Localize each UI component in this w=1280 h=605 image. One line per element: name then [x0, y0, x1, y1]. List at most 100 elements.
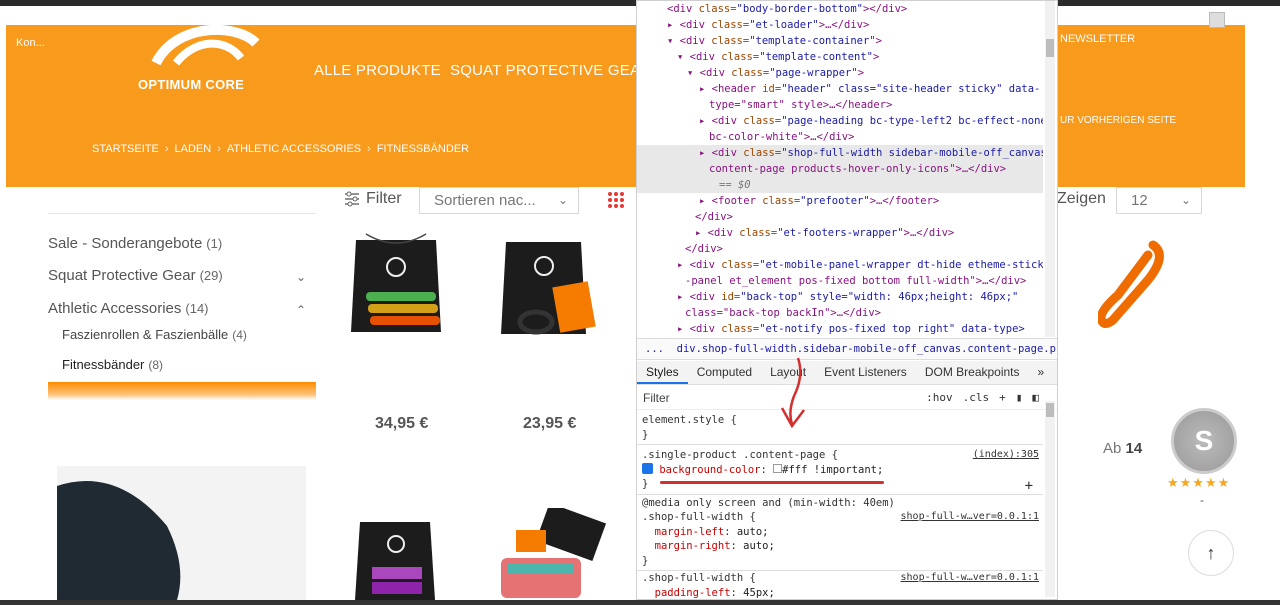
category-count: (29): [199, 268, 223, 283]
prop-value[interactable]: 45px;: [743, 587, 775, 599]
tree-node-line[interactable]: ▸ <div class="shop-full-width sidebar-mo…: [637, 145, 1043, 161]
sidebar-toggle-icon[interactable]: ◧: [1032, 391, 1039, 404]
rule-close: }: [642, 428, 649, 441]
rule-element-style[interactable]: element.style { }: [637, 411, 1043, 445]
back-to-top-button[interactable]: ↑: [1188, 530, 1234, 576]
annotation-underline: [660, 481, 884, 484]
tree-node-line[interactable]: </div>: [685, 241, 723, 257]
sidebar-accent-bar: [48, 382, 316, 400]
tab-styles[interactable]: Styles: [637, 361, 688, 384]
styles-scrollbar[interactable]: [1045, 401, 1055, 597]
product-image-bag-band[interactable]: [496, 234, 596, 342]
product-image-bag-2[interactable]: [350, 512, 440, 600]
tree-node-line[interactable]: class="back-top backIn">…</div>: [685, 305, 881, 321]
subcategory-faszien[interactable]: Faszienrollen & Faszienbälle (4): [62, 327, 247, 342]
prop-name[interactable]: background-color: [659, 464, 760, 476]
rule-single-product[interactable]: (index):305 .single-product .content-pag…: [637, 446, 1043, 495]
user-avatar-icon[interactable]: [1209, 12, 1225, 28]
styles-filter-input[interactable]: Filter: [643, 391, 670, 405]
breadcrumb-current: FITNESSBÄNDER: [376, 143, 470, 155]
page-header: Kon... OPTIMUM CORE ALLE PRODUKTE SQUAT …: [6, 23, 1245, 187]
styles-scroll-thumb[interactable]: [1046, 403, 1054, 417]
add-property-icon[interactable]: +: [1025, 479, 1033, 494]
tree-node-line[interactable]: </div>: [695, 209, 733, 225]
tree-node-line[interactable]: ▾ <div class="template-container">: [667, 33, 882, 49]
prop-name[interactable]: margin-left: [655, 526, 725, 538]
color-swatch-icon[interactable]: [773, 463, 783, 473]
tree-scrollbar[interactable]: [1045, 1, 1055, 337]
nav-all-products[interactable]: ALLE PRODUKTE: [314, 62, 441, 79]
prop-name[interactable]: margin-right: [655, 540, 731, 552]
nav-squat-protective-gear[interactable]: SQUAT PROTECTIVE GEAR: [450, 62, 651, 79]
chevron-down-icon: ⌄: [557, 193, 568, 207]
tree-node-line[interactable]: <div class="body-border-bottom"></div>: [667, 1, 907, 17]
breadcrumb: STARTSEITE › LADEN › ATHLETIC ACCESSORIE…: [92, 143, 469, 155]
tree-node-line[interactable]: ▸ <div class="et-notify pos-fixed top ri…: [677, 321, 1025, 337]
rule-shop-full-width-padding[interactable]: shop-full-w…ver=0.0.1:1 .shop-full-width…: [637, 569, 1043, 602]
prop-value[interactable]: auto;: [743, 540, 775, 552]
rule-shop-full-width-margins[interactable]: shop-full-w…ver=0.0.1:1 .shop-full-width…: [637, 508, 1043, 571]
new-rule-button[interactable]: +: [999, 391, 1006, 404]
sort-select[interactable]: Sortieren nac... ⌄: [419, 187, 579, 214]
tree-node-line[interactable]: ▸ <header id="header" class="site-header…: [699, 81, 1040, 97]
tree-node-line[interactable]: ▾ <div class="page-wrapper">: [687, 65, 864, 81]
rule-source-link[interactable]: shop-full-w…ver=0.0.1:1: [901, 571, 1039, 586]
product-image-lifestyle[interactable]: [57, 466, 306, 600]
tree-node-line[interactable]: ▸ <div id="back-top" style="width: 46px;…: [677, 289, 1018, 305]
tree-node-line[interactable]: bc-color-white">…</div>: [709, 129, 854, 145]
product-image-power-band[interactable]: [1098, 240, 1168, 330]
logo-icon[interactable]: [146, 23, 266, 69]
class-toggle[interactable]: .cls: [963, 391, 990, 404]
tree-node-line[interactable]: == $0: [637, 177, 1043, 193]
elements-tree[interactable]: <div class="body-border-bottom"></div> ▸ …: [637, 1, 1043, 337]
subcategory-fitnessbaender[interactable]: Fitnessbänder (8): [62, 357, 163, 372]
styles-filter[interactable]: Filter :hov .cls + ▮ ◧: [637, 386, 1057, 410]
tree-node-line[interactable]: ▸ <div class="et-footers-wrapper">…</div…: [695, 225, 954, 241]
category-athletic[interactable]: Athletic Accessories (14): [48, 300, 209, 317]
category-sale[interactable]: Sale - Sonderangebote (1): [48, 235, 222, 252]
tree-node-line[interactable]: -panel et_element pos-fixed bottom full-…: [685, 273, 1026, 289]
tab-dom-breakpoints[interactable]: DOM Breakpoints: [916, 361, 1029, 384]
prop-value[interactable]: auto;: [737, 526, 769, 538]
per-page-select[interactable]: 12 ⌄: [1116, 187, 1202, 214]
tree-node-line[interactable]: ▾ <div class="template-content">: [677, 49, 879, 65]
breadcrumb-separator: ›: [217, 143, 221, 155]
devtools-tabs: Styles Computed Layout Event Listeners D…: [637, 361, 1057, 385]
prop-value[interactable]: #fff !important;: [782, 464, 883, 476]
chevron-up-icon[interactable]: ⌃: [296, 303, 306, 317]
selected-path-text: div.shop-full-width.sidebar-mobile-off_c…: [676, 343, 1057, 355]
rule-source-link[interactable]: shop-full-w…ver=0.0.1:1: [901, 510, 1039, 525]
filter-button[interactable]: Filter: [344, 190, 402, 208]
tab-event-listeners[interactable]: Event Listeners: [815, 361, 916, 384]
prop-name[interactable]: padding-left: [655, 587, 731, 599]
tree-node-line[interactable]: ▸ <div class="et-mobile-panel-wrapper dt…: [677, 257, 1043, 273]
top-contact-link[interactable]: Kon...: [16, 37, 45, 49]
shopvote-badge-icon[interactable]: S: [1171, 408, 1237, 474]
chevron-down-icon[interactable]: ⌄: [296, 270, 306, 284]
tab-computed[interactable]: Computed: [688, 361, 761, 384]
rule-source-link[interactable]: (index):305: [973, 448, 1039, 463]
category-count: (1): [206, 236, 223, 251]
tab-more[interactable]: »: [1029, 361, 1054, 384]
product-image-hip-bands[interactable]: [496, 508, 608, 600]
newsletter-link[interactable]: NEWSLETTER: [1060, 33, 1135, 45]
tree-node-line[interactable]: ▸ <div class="page-heading bc-type-left2…: [699, 113, 1043, 129]
tree-node-line[interactable]: content-page products-hover-only-icons">…: [637, 161, 1043, 177]
back-link[interactable]: UR VORHERIGEN SEITE: [1060, 115, 1176, 126]
selected-element-path[interactable]: ... div.shop-full-width.sidebar-mobile-o…: [637, 338, 1057, 360]
tree-scroll-thumb[interactable]: [1046, 39, 1054, 57]
hover-state-toggle[interactable]: :hov: [926, 391, 953, 404]
tree-node-line[interactable]: ▸ <footer class="prefooter">…</footer>: [699, 193, 939, 209]
product-image-band-set[interactable]: [346, 232, 446, 342]
paint-icon[interactable]: ▮: [1016, 391, 1023, 404]
tree-node-line[interactable]: type="smart" style>…</header>: [709, 97, 892, 113]
logo-text[interactable]: OPTIMUM CORE: [138, 77, 244, 92]
breadcrumb-shop[interactable]: LADEN: [175, 143, 212, 155]
product-price-from: Ab 14: [1103, 440, 1142, 457]
tree-node-line[interactable]: ▸ <div class="et-loader">…</div>: [667, 17, 869, 33]
category-squat[interactable]: Squat Protective Gear (29): [48, 267, 223, 284]
breadcrumb-home[interactable]: STARTSEITE: [92, 143, 159, 155]
checkbox-icon[interactable]: [642, 462, 653, 474]
grid-view-icon[interactable]: [607, 191, 625, 209]
breadcrumb-athletic[interactable]: ATHLETIC ACCESSORIES: [227, 143, 361, 155]
